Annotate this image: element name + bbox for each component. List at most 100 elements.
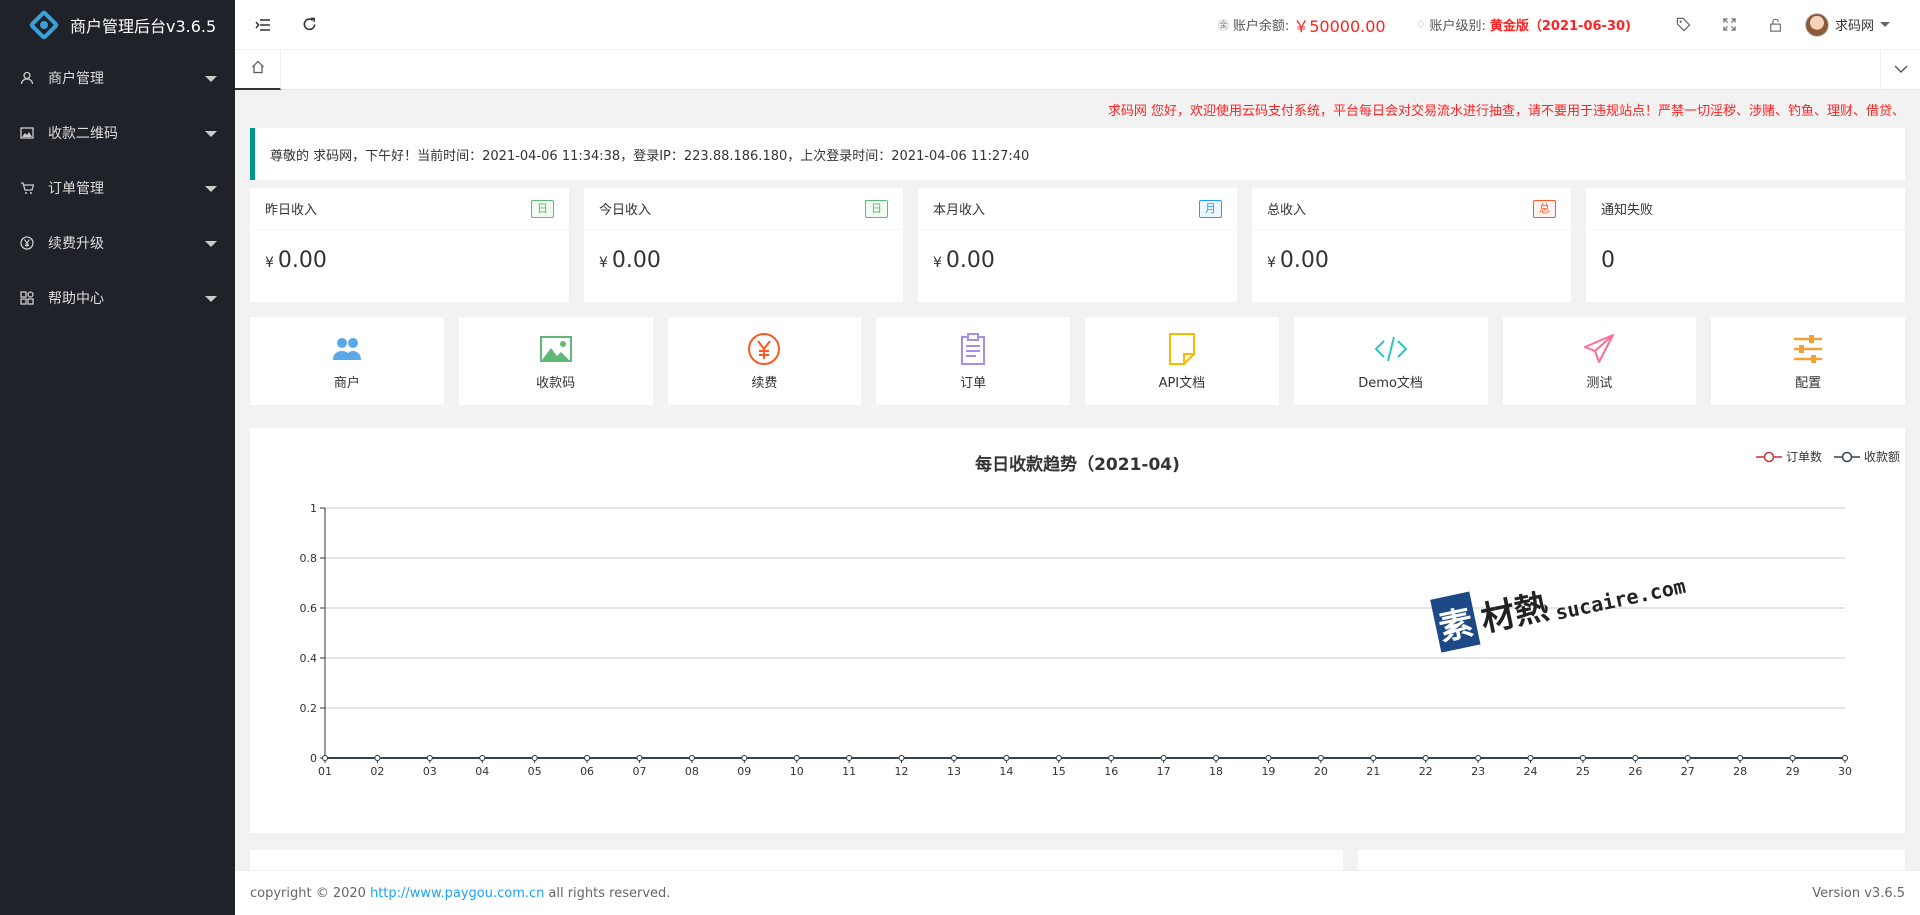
x-tick-label: 16 — [1104, 765, 1118, 778]
data-point — [636, 755, 643, 761]
stat-card-yesterday: 昨日收入 日 ¥0.00 — [250, 188, 569, 302]
stat-value: 0 — [1601, 248, 1615, 273]
x-tick-label: 12 — [895, 765, 909, 778]
sidebar-item-label: 帮助中心 — [48, 290, 104, 307]
fullscreen-icon[interactable] — [1707, 18, 1753, 31]
code-icon — [1374, 336, 1408, 361]
shortcut-merchant[interactable]: 商户 — [250, 317, 444, 405]
data-point — [322, 755, 328, 761]
apps-icon — [20, 290, 34, 305]
stat-card-notify-fail: 通知失败 0 — [1586, 188, 1905, 302]
data-point — [374, 755, 381, 761]
x-tick-label: 07 — [632, 765, 646, 778]
yen-icon — [748, 332, 781, 365]
sidebar-item-label: 订单管理 — [48, 180, 104, 197]
shortcut-api-doc[interactable]: API文档 — [1085, 317, 1279, 405]
x-tick-label: 03 — [423, 765, 437, 778]
refresh-icon[interactable] — [286, 0, 332, 50]
y-tick-label: 0 — [310, 752, 317, 765]
stat-card-total: 总收入 总 ¥0.00 — [1252, 188, 1571, 302]
yen-circle-icon — [20, 235, 34, 250]
stats-cards: 昨日收入日 ¥0.00 今日收入日 ¥0.00 本月收入月 ¥0.00 总收入总… — [250, 188, 1905, 302]
data-point — [426, 755, 433, 761]
x-tick-label: 23 — [1471, 765, 1485, 778]
cart-icon — [20, 181, 34, 195]
balance-value: ￥50000.00 — [1293, 16, 1386, 36]
data-point — [1055, 755, 1062, 761]
shortcut-renew[interactable]: 续费 — [667, 317, 862, 405]
welcome-message: 尊敬的 求码网，下午好！当前时间：2021-04-06 11:34:38，登录I… — [250, 128, 1905, 180]
stat-label: 总收入 — [1267, 203, 1307, 218]
diamond-icon: ♢ — [1415, 18, 1426, 31]
stat-badge: 月 — [1199, 199, 1222, 218]
data-point — [479, 755, 486, 761]
sliders-icon — [1794, 334, 1823, 363]
x-tick-label: 06 — [580, 765, 594, 778]
data-point — [1632, 755, 1639, 761]
lock-icon[interactable] — [1753, 18, 1799, 32]
sidebar: 商户管理后台v3.6.5 商户管理 收款二维码 订单管理 续费升级 帮助中心 — [0, 0, 235, 915]
y-tick-label: 0.4 — [300, 652, 318, 665]
x-tick-label: 27 — [1681, 765, 1695, 778]
shortcut-qrcode[interactable]: 收款码 — [458, 317, 653, 405]
shortcut-label: 商户 — [333, 375, 360, 391]
x-tick-label: 09 — [737, 765, 751, 778]
data-point — [531, 755, 538, 761]
tab-home[interactable] — [235, 50, 281, 90]
sidebar-item-label: 收款二维码 — [48, 125, 118, 142]
stat-value: 0.00 — [277, 248, 327, 273]
data-point — [741, 755, 748, 761]
panel-log — [1358, 850, 1905, 870]
app-logo[interactable]: 商户管理后台v3.6.5 — [0, 0, 235, 50]
shortcut-label: 配置 — [1795, 375, 1822, 391]
home-icon — [251, 60, 265, 78]
tabs-more-button[interactable] — [1880, 50, 1920, 90]
user-menu[interactable]: 求码网 — [1804, 12, 1890, 37]
caret-down-icon — [205, 76, 217, 82]
data-point — [793, 755, 800, 761]
tag-icon[interactable] — [1661, 17, 1707, 32]
users-icon — [332, 337, 361, 360]
data-point — [1684, 755, 1691, 761]
x-tick-label: 02 — [370, 765, 384, 778]
sidebar-item-orders[interactable]: 订单管理 — [0, 160, 235, 215]
image-icon — [20, 126, 34, 140]
data-point — [1317, 755, 1324, 761]
sidebar-item-label: 续费升级 — [48, 235, 104, 252]
data-point — [898, 755, 905, 761]
sidebar-item-renew[interactable]: 续费升级 — [0, 215, 235, 270]
x-tick-label: 18 — [1209, 765, 1223, 778]
data-point — [950, 755, 957, 761]
stat-badge: 日 — [531, 199, 554, 218]
chevron-down-icon — [1894, 63, 1908, 78]
sidebar-item-label: 商户管理 — [48, 70, 104, 87]
stat-card-today: 今日收入 日 ¥0.00 — [584, 188, 903, 302]
data-point — [1160, 755, 1167, 761]
stat-badge: 日 — [865, 199, 888, 218]
shortcut-test[interactable]: 测试 — [1502, 317, 1697, 405]
menu-fold-icon[interactable] — [240, 0, 286, 50]
top-bar: ㊎ 账户余额: ￥50000.00 ♢ 账户级别: 黄金版（2021-06-30… — [235, 0, 1920, 50]
app-title: 商户管理后台v3.6.5 — [70, 17, 217, 36]
shortcut-label: 续费 — [751, 375, 778, 391]
shortcut-orders[interactable]: 订单 — [876, 317, 1070, 405]
caret-down-icon — [205, 186, 217, 192]
sidebar-item-merchant[interactable]: 商户管理 — [0, 50, 235, 105]
site-link[interactable]: http://www.paygou.com.cn — [370, 886, 544, 901]
shortcut-label: 测试 — [1586, 375, 1613, 391]
sidebar-item-help[interactable]: 帮助中心 — [0, 270, 235, 325]
stat-badge: 总 — [1533, 199, 1556, 218]
data-point — [1475, 755, 1482, 761]
stat-value: 0.00 — [1279, 248, 1329, 273]
shortcut-label: Demo文档 — [1358, 375, 1423, 391]
x-tick-label: 01 — [318, 765, 332, 778]
logo-icon — [28, 9, 60, 41]
x-tick-label: 14 — [999, 765, 1013, 778]
sidebar-item-qrcode[interactable]: 收款二维码 — [0, 105, 235, 160]
tabs-bar — [235, 50, 1920, 90]
y-tick-label: 0.2 — [300, 702, 318, 715]
chart-plot: 0 0.2 0.4 0.6 0.8 1 01 02 03 04 05 06 07 08 09 10 11 12 13… — [300, 502, 1853, 778]
shortcut-config[interactable]: 配置 — [1711, 317, 1905, 405]
caret-down-icon — [205, 131, 217, 137]
shortcut-demo-doc[interactable]: Demo文档 — [1293, 317, 1488, 405]
